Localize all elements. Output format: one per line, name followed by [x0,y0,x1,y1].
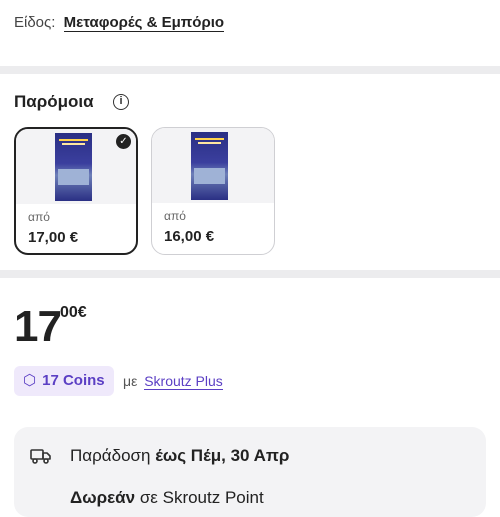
delivery-row: Παράδοση έως Πέμ, 30 Απρ [70,446,289,466]
free-bold: Δωρεάν [70,488,136,507]
similar-card-selected[interactable]: ✓ από 17,00 € [14,127,138,255]
book-cover-image [191,132,228,200]
price-prefix: από [28,210,50,224]
price-prefix: από [164,209,186,223]
product-image-area [152,128,274,203]
coins-label: 17 Coins [42,372,105,389]
card-price: 16,00 € [164,228,215,245]
coins-badge[interactable]: ⬡ 17 Coins [14,366,114,396]
similar-title: Παρόμοια [14,92,94,111]
category-link[interactable]: Μεταφορές & Εμπόριο [63,14,225,32]
info-icon[interactable]: i [113,94,129,110]
similar-card[interactable]: από 16,00 € [151,127,275,255]
truck-icon [30,449,51,464]
main-price-whole: 17 [14,302,62,351]
main-price-fraction: 00€ [60,304,87,321]
category-label: Είδος: [14,14,56,31]
plus-prefix: με [123,373,138,389]
coin-icon: ⬡ [23,372,37,389]
plus-text: με Skroutz Plus [123,373,223,390]
delivery-date: έως Πέμ, 30 Απρ [155,446,290,465]
section-divider [0,66,500,74]
section-divider [0,270,500,278]
category-row: Είδος: Μεταφορές & Εμπόριο [14,14,225,32]
book-cover-image [55,133,92,201]
free-delivery-row: Δωρεάν σε Skroutz Point [70,488,264,508]
free-rest: σε Skroutz Point [139,488,264,507]
delivery-prefix: Παράδοση [70,446,151,465]
card-price: 17,00 € [28,229,79,246]
check-icon: ✓ [116,134,131,149]
skroutz-plus-link[interactable]: Skroutz Plus [144,373,223,390]
